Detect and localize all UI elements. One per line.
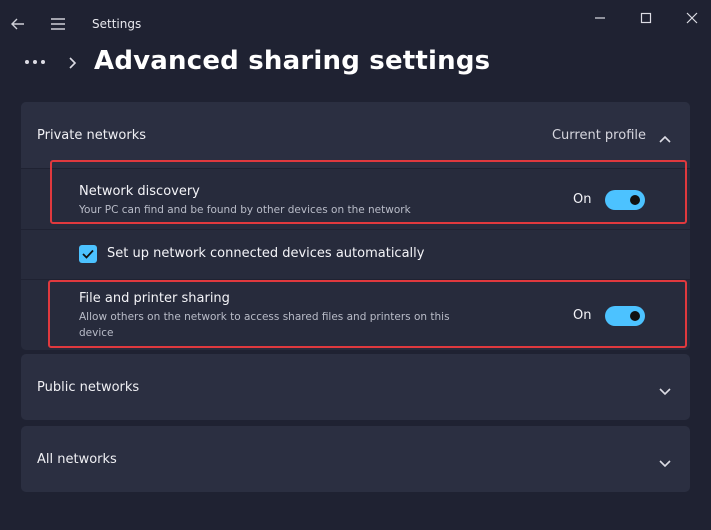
private-networks-label: Private networks (37, 128, 147, 143)
chevron-down-icon[interactable] (658, 382, 672, 396)
title-bar: Settings (0, 0, 711, 40)
window-title: Settings (92, 17, 142, 31)
private-networks-header[interactable]: Private networks Current profile (21, 102, 690, 168)
minimize-icon[interactable] (590, 8, 610, 28)
maximize-icon[interactable] (636, 8, 656, 28)
more-dots-icon[interactable] (22, 52, 50, 72)
checkmark-icon (82, 249, 94, 259)
hamburger-menu-icon[interactable] (48, 14, 68, 34)
all-networks-group[interactable]: All networks (21, 426, 690, 492)
all-networks-label: All networks (37, 452, 117, 467)
close-icon[interactable] (682, 8, 702, 28)
auto-setup-label[interactable]: Set up network connected devices automat… (107, 246, 424, 261)
highlight-network-discovery (50, 160, 687, 224)
chevron-right-icon (66, 54, 80, 72)
chevron-up-icon[interactable] (658, 130, 672, 143)
auto-setup-checkbox[interactable] (79, 245, 97, 263)
public-networks-group[interactable]: Public networks (21, 354, 690, 420)
public-networks-label: Public networks (37, 380, 140, 395)
divider (21, 229, 690, 230)
back-arrow-icon[interactable] (8, 14, 28, 34)
highlight-file-printer-sharing (48, 280, 687, 348)
current-profile-label: Current profile (551, 128, 646, 143)
chevron-down-icon[interactable] (658, 454, 672, 468)
page-title: Advanced sharing settings (94, 46, 491, 76)
